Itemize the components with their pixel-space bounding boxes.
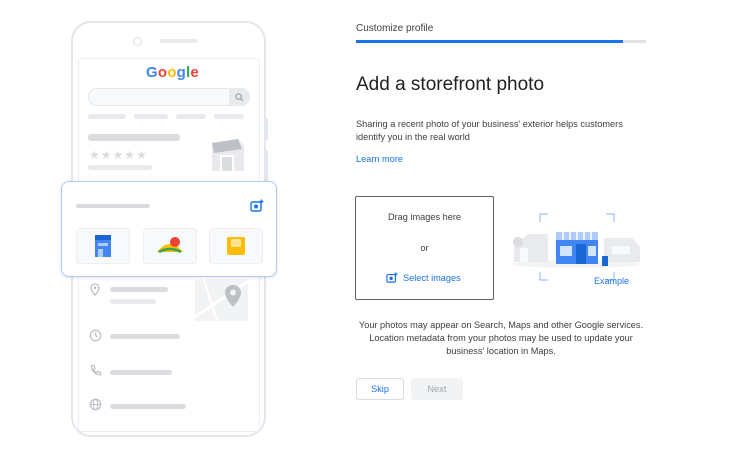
phone-side-button [265,118,268,140]
logo-letter: g [176,64,186,81]
learn-more-link[interactable]: Learn more [356,154,403,164]
example-label: Example [594,276,630,286]
step-label: Customize profile [356,23,434,34]
placeholder-line [76,204,150,208]
add-photo-icon [250,199,264,212]
phone-icon [90,364,102,376]
phone-search-bar [88,88,250,106]
map-thumbnail [195,277,248,321]
or-separator: or [420,243,429,253]
placeholder-line [214,114,244,119]
placeholder-line [134,114,168,119]
logo-letter: e [190,64,199,81]
product-icon [227,237,245,255]
description-text: Sharing a recent photo of your business'… [356,119,623,142]
select-images-label: Select images [403,272,461,283]
clock-icon [89,329,102,342]
placeholder-line [88,114,126,119]
progress-bar [356,40,646,43]
placeholder-line [88,134,180,141]
google-logo: Google [146,64,199,81]
rating-stars: ★★★★★ [89,148,148,162]
phone-camera [133,37,142,46]
placeholder-line [176,114,206,119]
example-storefront-illustration [512,213,640,281]
photo-disclaimer: Your photos may appear on Search, Maps a… [358,320,644,356]
building-icon [95,235,111,257]
map-pin-icon [195,277,248,321]
logo-letter: o [167,64,177,81]
next-button[interactable]: Next [411,378,463,400]
search-icon [235,92,244,102]
photo-thumbnail [143,228,197,264]
placeholder-line [110,370,172,375]
logo-letter: G [146,64,158,81]
add-photo-icon [386,272,398,283]
storefront-icon [212,139,244,171]
placeholder-line [110,287,168,292]
placeholder-line [110,404,186,409]
placeholder-line [88,165,152,170]
select-images-button[interactable]: Select images [386,272,461,283]
location-pin-icon [90,283,100,296]
globe-icon [89,398,102,411]
page-title: Add a storefront photo [356,74,545,95]
placeholder-line [110,299,156,304]
phone-search-button [229,88,250,106]
photo-thumbnail [209,228,263,264]
phone-speaker [160,39,198,43]
drag-images-text: Drag images here [387,212,462,222]
photo-thumbnail [76,228,130,264]
progress-fill [356,40,623,43]
logo-letter: o [157,64,168,81]
placeholder-line [110,334,180,339]
skip-button[interactable]: Skip [356,378,404,400]
food-icon [157,237,183,254]
